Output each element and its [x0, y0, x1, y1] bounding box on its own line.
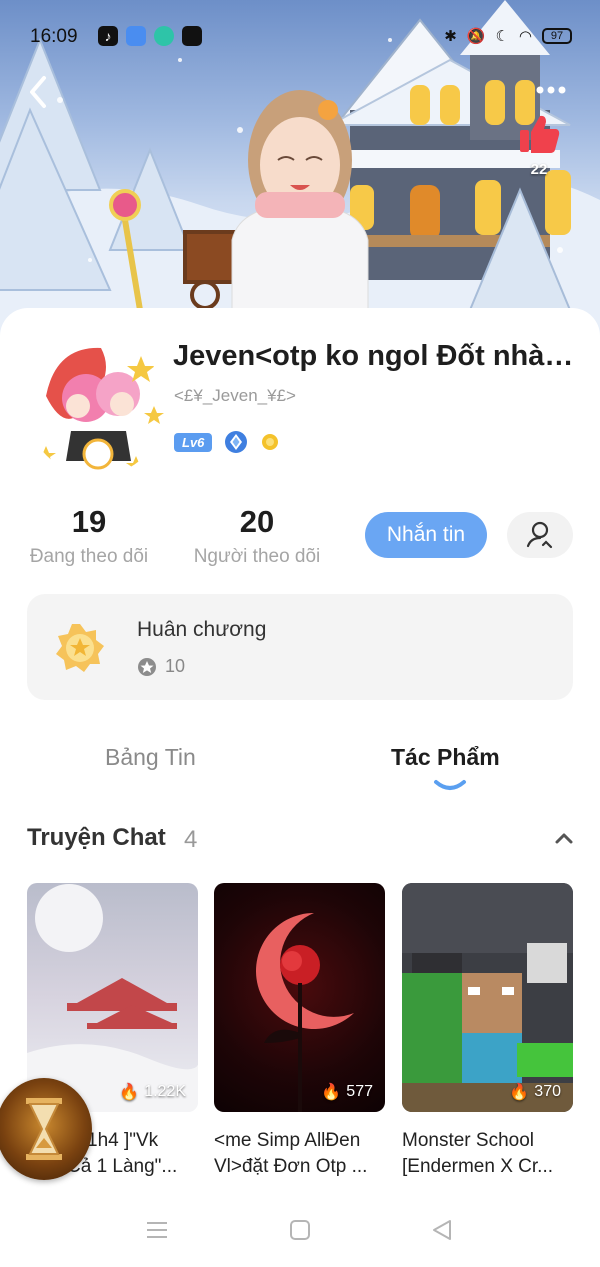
avatar[interactable] [26, 336, 166, 476]
bluetooth-icon: ✱ [444, 28, 457, 45]
floating-hourglass-button[interactable] [0, 1078, 92, 1180]
mute-icon: 🔕 [466, 28, 486, 45]
hourglass-icon [26, 1098, 62, 1160]
story-views: 🔥 1.22K [119, 1082, 186, 1102]
story-title-line-2: Vl>đặt Đơn Otp ... [214, 1156, 368, 1177]
status-app-icons: ♪ [98, 26, 202, 46]
story-title-line-1: Monster School [402, 1130, 535, 1151]
system-navigation-bar [0, 1195, 600, 1267]
medals-title: Huân chương [137, 618, 267, 641]
profile-page: 16:09 ♪ ✱ 🔕 ☾ ◠ 97 22 Jeven<otp ko ngol … [0, 0, 600, 1267]
medals-count: 10 [165, 656, 186, 676]
medals-card[interactable]: Huân chương 10 [27, 594, 573, 700]
add-user-icon [526, 521, 553, 549]
star-badge-icon [138, 657, 156, 676]
gold-coin-badge-icon[interactable] [260, 432, 280, 452]
level-badge[interactable]: Lv6 [174, 432, 213, 452]
do-not-disturb-icon: ☾ [495, 28, 509, 45]
tab-feed[interactable]: Bảng Tin [105, 744, 196, 771]
like-button[interactable]: 22 [516, 112, 562, 178]
story-cover: 🔥 370 [402, 883, 573, 1112]
back-arrow-icon[interactable] [24, 72, 54, 112]
status-time: 16:09 [30, 26, 78, 47]
profile-handle: <£¥_Jeven_¥£> [174, 386, 296, 405]
story-title: <me Simp AllĐen Vl>đặt Đơn Otp ... [214, 1128, 385, 1180]
following-stat[interactable]: 19 Đang theo dõi [27, 504, 151, 568]
story-view-count: 577 [346, 1083, 373, 1100]
section-title: Truyện Chat [27, 824, 166, 851]
diamond-badge-icon[interactable] [224, 430, 248, 454]
story-card[interactable]: 🔥 577 <me Simp AllĐen Vl>đặt Đơn Otp ... [214, 883, 385, 1180]
active-tab-indicator [434, 780, 466, 790]
battery-level: 97 [550, 30, 564, 42]
video-app-icon [182, 26, 202, 46]
medals-count-row: 10 [137, 656, 185, 677]
followers-stat[interactable]: 20 Người theo dõi [190, 504, 324, 568]
story-title-line-2: [Endermen X Cr... [402, 1156, 554, 1177]
followers-count: 20 [239, 504, 275, 539]
novel-toon-icon [126, 26, 146, 46]
wifi-icon: ◠ [518, 28, 532, 45]
fire-icon: 🔥 [321, 1084, 342, 1101]
like-count: 22 [530, 161, 548, 178]
profile-banner: 16:09 ♪ ✱ 🔕 ☾ ◠ 97 22 [0, 0, 600, 340]
story-view-count: 1.22K [144, 1083, 186, 1100]
profile-name: Jeven<otp ko ngol Đốt nhà t... [173, 340, 578, 372]
status-system-icons: ✱ 🔕 ☾ ◠ 97 [444, 27, 572, 45]
follow-button[interactable] [507, 512, 573, 558]
back-triangle-icon[interactable] [430, 1218, 454, 1242]
story-view-count: 370 [534, 1083, 561, 1100]
story-cover: 🔥 1.22K [27, 883, 198, 1112]
story-title-line-1: <me Simp AllĐen [214, 1130, 361, 1151]
section-count: 4 [184, 826, 198, 853]
followers-label: Người theo dõi [193, 546, 321, 567]
status-bar: 16:09 ♪ ✱ 🔕 ☾ ◠ 97 [0, 22, 600, 52]
story-title: Monster School [Endermen X Cr... [402, 1128, 573, 1180]
chat-app-icon [154, 26, 174, 46]
home-icon[interactable] [289, 1219, 311, 1241]
medal-icon [56, 624, 104, 672]
following-label: Đang theo dõi [29, 546, 149, 567]
menu-icon[interactable] [146, 1221, 168, 1239]
thumbs-up-icon [520, 115, 560, 153]
tab-works[interactable]: Tác Phẩm [391, 744, 500, 771]
following-count: 19 [71, 504, 107, 539]
fire-icon: 🔥 [509, 1084, 530, 1101]
story-views: 🔥 370 [509, 1082, 561, 1102]
collapse-chevron-icon[interactable] [552, 828, 576, 848]
more-options-icon[interactable] [536, 84, 566, 96]
story-cover-image [402, 883, 573, 1112]
story-cover-image [256, 913, 354, 1112]
profile-badges: Lv6 [174, 430, 280, 454]
story-views: 🔥 577 [321, 1082, 373, 1102]
message-button[interactable]: Nhắn tin [365, 512, 487, 558]
avatar-image [26, 336, 166, 476]
tiktok-icon: ♪ [98, 26, 118, 46]
story-card[interactable]: 🔥 370 Monster School [Endermen X Cr... [402, 883, 573, 1180]
story-cover-image [27, 884, 198, 1112]
fire-icon: 🔥 [119, 1084, 140, 1101]
story-cover: 🔥 577 [214, 883, 385, 1112]
battery-icon: 97 [542, 28, 572, 44]
